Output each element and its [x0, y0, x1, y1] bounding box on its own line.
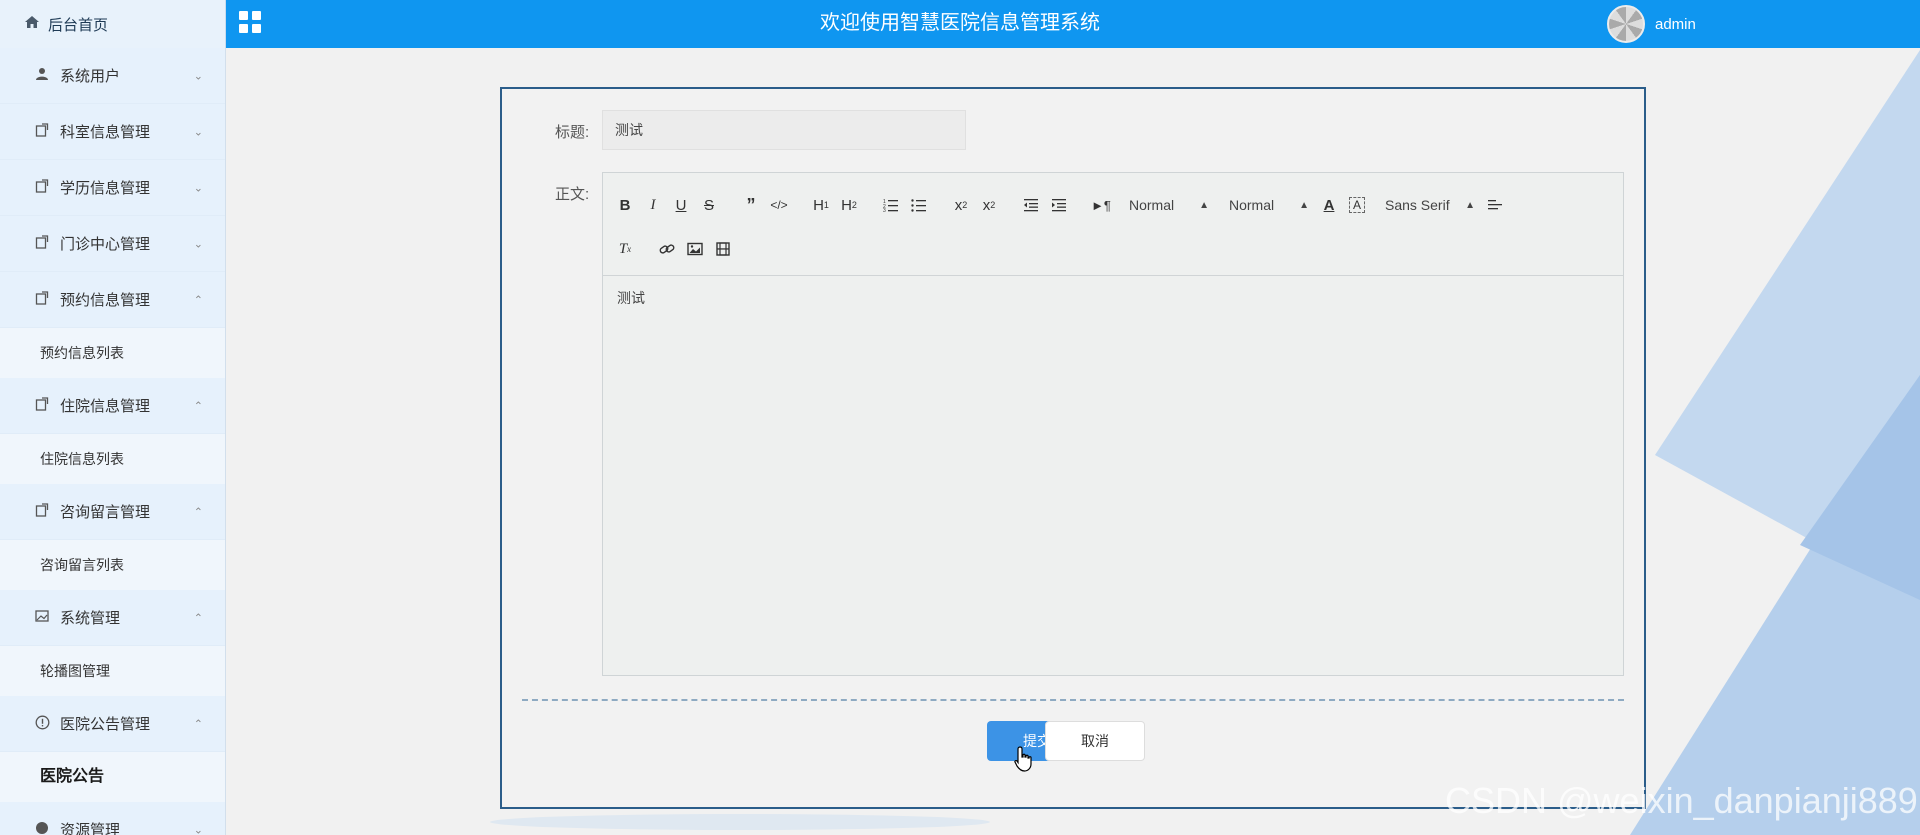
body-label: 正文:	[555, 186, 590, 203]
sidebar-subitem-announcement[interactable]: 医院公告	[0, 752, 225, 802]
superscript-icon[interactable]: x2	[975, 191, 1003, 219]
editor-toolbar: B I U S ” </> H1 H2 123 x2 x2 ►¶ Normal …	[603, 173, 1623, 276]
clear-format-icon[interactable]: Tx	[611, 235, 639, 263]
heading-2-icon[interactable]: H2	[835, 191, 863, 219]
sidebar-subitem-inpatient-list[interactable]: 住院信息列表	[0, 434, 225, 484]
watermark: CSDN @weixin_danpianji889	[1445, 780, 1918, 821]
folder-icon	[34, 235, 50, 252]
select-arrows-icon: ▲	[1199, 199, 1209, 211]
user-icon	[34, 67, 50, 84]
sidebar-item-system-management[interactable]: 系统管理 ⌃	[0, 590, 225, 646]
announcement-form: 标题: 正文: B I U S ” </> H1 H2 123	[500, 87, 1646, 809]
underline-icon[interactable]: U	[667, 191, 695, 219]
title-label: 标题:	[555, 124, 590, 141]
link-icon[interactable]	[653, 235, 681, 263]
svg-text:3: 3	[883, 208, 886, 212]
form-divider	[522, 699, 1624, 701]
subscript-icon[interactable]: x2	[947, 191, 975, 219]
folder-icon	[34, 503, 50, 520]
sidebar-item-appointment[interactable]: 预约信息管理 ⌃	[0, 272, 225, 328]
rich-text-editor: B I U S ” </> H1 H2 123 x2 x2 ►¶ Normal …	[602, 172, 1624, 676]
strikethrough-icon[interactable]: S	[695, 191, 723, 219]
user-menu[interactable]: admin	[1607, 2, 1696, 46]
sidebar-item-outpatient[interactable]: 门诊中心管理 ⌄	[0, 216, 225, 272]
blockquote-icon[interactable]: ”	[737, 191, 765, 219]
ordered-list-icon[interactable]: 123	[877, 191, 905, 219]
title-input[interactable]	[602, 110, 966, 150]
sidebar-item-inpatient[interactable]: 住院信息管理 ⌃	[0, 378, 225, 434]
hand-cursor-icon	[1014, 746, 1032, 772]
indent-icon[interactable]	[1045, 191, 1073, 219]
font-color-icon[interactable]: A	[1315, 191, 1343, 219]
sidebar-item-consultation[interactable]: 咨询留言管理 ⌃	[0, 484, 225, 540]
header-select[interactable]: Normal ▲	[1115, 191, 1215, 219]
italic-icon[interactable]: I	[639, 191, 667, 219]
bold-icon[interactable]: B	[611, 191, 639, 219]
outdent-icon[interactable]	[1017, 191, 1045, 219]
chevron-down-icon: ⌄	[193, 182, 203, 194]
chevron-down-icon: ⌄	[193, 70, 203, 82]
select-arrows-icon: ▲	[1465, 199, 1475, 211]
size-select[interactable]: Normal ▲	[1215, 191, 1315, 219]
font-select[interactable]: Sans Serif ▲	[1371, 191, 1481, 219]
sidebar-item-announcement[interactable]: 医院公告管理 ⌃	[0, 696, 225, 752]
heading-1-icon[interactable]: H1	[807, 191, 835, 219]
chevron-up-icon: ⌃	[193, 506, 203, 518]
sidebar-item-resources[interactable]: 资源管理 ⌄	[0, 802, 225, 835]
chevron-down-icon: ⌄	[193, 238, 203, 250]
cancel-button[interactable]: 取消	[1045, 721, 1145, 761]
code-block-icon[interactable]: </>	[765, 191, 793, 219]
folder-icon	[34, 397, 50, 414]
chevron-up-icon: ⌃	[193, 400, 203, 412]
folder-icon	[34, 291, 50, 308]
circle-icon	[34, 821, 50, 835]
avatar	[1607, 5, 1645, 43]
sidebar-item-education[interactable]: 学历信息管理 ⌄	[0, 160, 225, 216]
username: admin	[1655, 15, 1696, 33]
bullet-list-icon[interactable]	[905, 191, 933, 219]
sidebar-subitem-carousel[interactable]: 轮播图管理	[0, 646, 225, 696]
chevron-up-icon: ⌃	[193, 294, 203, 306]
background-color-icon[interactable]: A	[1349, 197, 1365, 213]
top-header: 后台首页 欢迎使用智慧医院信息管理系统 admin	[0, 0, 1920, 48]
text-direction-icon[interactable]: ►¶	[1087, 191, 1115, 219]
editor-content[interactable]: 测试	[603, 276, 1623, 320]
image-icon[interactable]	[681, 235, 709, 263]
align-left-icon[interactable]	[1481, 191, 1509, 219]
folder-icon	[34, 179, 50, 196]
info-icon	[34, 715, 50, 733]
chevron-up-icon: ⌃	[193, 718, 203, 730]
video-icon[interactable]	[709, 235, 737, 263]
sidebar-item-system-users[interactable]: 系统用户 ⌄	[0, 48, 225, 104]
select-arrows-icon: ▲	[1299, 199, 1309, 211]
sidebar-item-department[interactable]: 科室信息管理 ⌄	[0, 104, 225, 160]
chevron-up-icon: ⌃	[193, 612, 203, 624]
chevron-down-icon: ⌄	[193, 126, 203, 138]
image-icon	[34, 609, 50, 626]
folder-icon	[34, 123, 50, 140]
sidebar: 系统用户 ⌄ 科室信息管理 ⌄ 学历信息管理 ⌄ 门诊中心管理 ⌄ 预约信息管理…	[0, 48, 226, 835]
chevron-down-icon: ⌄	[193, 824, 203, 835]
sidebar-subitem-appointment-list[interactable]: 预约信息列表	[0, 328, 225, 378]
sidebar-subitem-consultation-list[interactable]: 咨询留言列表	[0, 540, 225, 590]
